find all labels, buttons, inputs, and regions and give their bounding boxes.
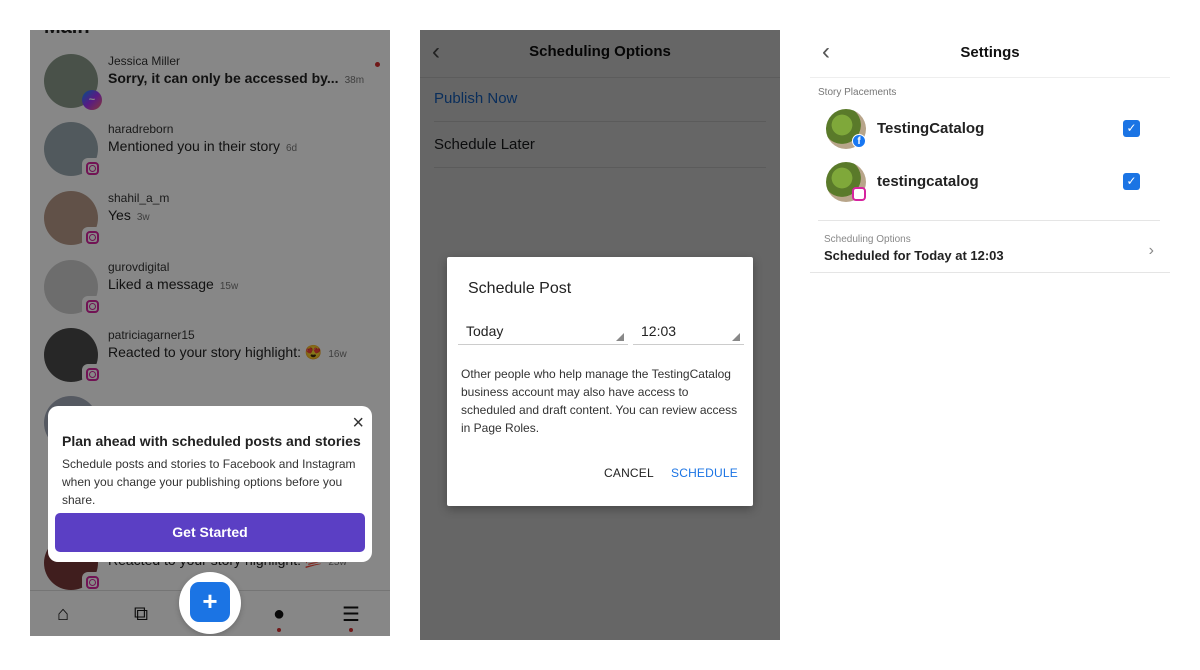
scheduling-options-row[interactable]: Scheduling Options Scheduled for Today a… bbox=[810, 222, 1170, 273]
divider bbox=[818, 220, 1160, 221]
scheduling-options-label: Scheduling Options bbox=[824, 234, 911, 245]
cancel-button[interactable]: CANCEL bbox=[604, 466, 654, 480]
inbox-screen: Main ~ Jessica Miller Sorry, it can only… bbox=[30, 30, 390, 636]
time-select[interactable]: 12:03 bbox=[633, 323, 744, 345]
dialog-body: Other people who help manage the Testing… bbox=[461, 367, 738, 435]
story-placements-label: Story Placements bbox=[818, 87, 897, 98]
scheduling-options-screen: ‹ Scheduling Options Publish Now Schedul… bbox=[420, 30, 780, 640]
checkbox-checked[interactable]: ✓ bbox=[1123, 173, 1140, 190]
create-button[interactable]: + bbox=[190, 582, 230, 622]
checkbox-checked[interactable]: ✓ bbox=[1123, 120, 1140, 137]
dialog-title: Schedule Post bbox=[468, 280, 572, 297]
get-started-button[interactable]: Get Started bbox=[55, 513, 365, 552]
plus-icon: + bbox=[202, 586, 218, 616]
top-bar: ‹ Settings bbox=[810, 30, 1170, 78]
schedule-post-dialog: Schedule Post Today 12:03 Other people w… bbox=[447, 257, 753, 506]
facebook-icon: f bbox=[852, 134, 866, 148]
account-row-facebook[interactable]: f TestingCatalog ✓ bbox=[810, 104, 1170, 154]
account-name: testingcatalog bbox=[877, 173, 979, 190]
scheduled-posts-promo: × Plan ahead with scheduled posts and st… bbox=[48, 406, 372, 562]
settings-screen: ‹ Settings Story Placements f TestingCat… bbox=[810, 30, 1170, 640]
account-name: TestingCatalog bbox=[877, 120, 985, 137]
schedule-button[interactable]: SCHEDULE bbox=[671, 466, 738, 480]
promo-body: Schedule posts and stories to Facebook a… bbox=[62, 457, 356, 507]
scheduling-value: Scheduled for Today at 12:03 bbox=[824, 248, 1004, 263]
close-icon[interactable]: × bbox=[352, 412, 364, 435]
account-row-instagram[interactable]: testingcatalog ✓ bbox=[810, 157, 1170, 207]
page-title: Settings bbox=[960, 44, 1020, 61]
instagram-icon bbox=[852, 187, 866, 201]
chevron-right-icon: › bbox=[1148, 242, 1154, 259]
promo-title: Plan ahead with scheduled posts and stor… bbox=[62, 433, 361, 449]
date-select[interactable]: Today bbox=[458, 323, 628, 345]
